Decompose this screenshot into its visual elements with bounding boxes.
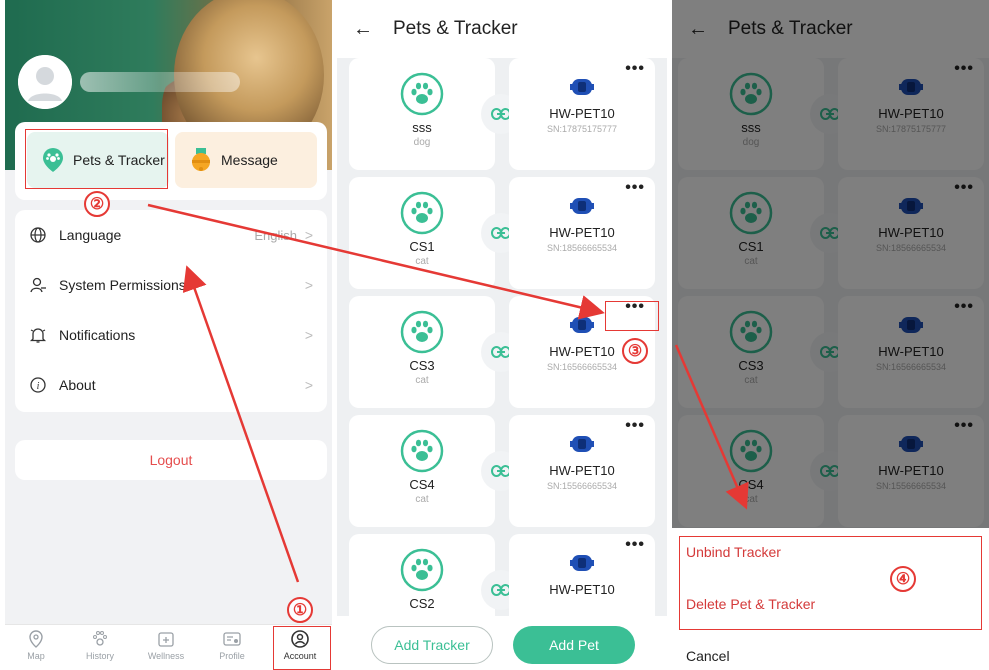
paw-icon (400, 72, 444, 116)
tracker-card[interactable]: ••• HW-PET10 SN:15566665534 (509, 415, 655, 527)
avatar[interactable] (18, 55, 72, 109)
add-tracker-button[interactable]: Add Tracker (371, 626, 493, 664)
tab-profile[interactable]: Profile (205, 629, 259, 661)
more-options-button[interactable]: ••• (625, 536, 645, 554)
action-sheet-screen: ← Pets & Tracker sss dog ••• HW-PET10 SN… (672, 0, 989, 670)
paw-icon (400, 429, 444, 473)
back-arrow-icon[interactable]: ← (353, 18, 373, 41)
highlight-pets-tracker (25, 129, 168, 189)
pet-name: sss (412, 120, 432, 135)
header: ← Pets & Tracker (337, 0, 667, 58)
tracker-model: HW-PET10 (549, 225, 615, 240)
notification-bell-icon (29, 328, 47, 343)
menu-item-about[interactable]: i About > (15, 360, 327, 410)
menu-label: System Permissions (59, 277, 186, 293)
chevron-right-icon: > (304, 327, 313, 343)
pet-tracker-pair: CS4 cat ••• HW-PET10 SN:15566665534 (349, 415, 655, 527)
add-pet-button[interactable]: Add Pet (513, 626, 635, 664)
pet-card[interactable]: CS1 cat (349, 177, 495, 289)
step-2-callout: ② (84, 191, 110, 217)
message-button[interactable]: Message (175, 132, 317, 188)
chevron-right-icon: > (304, 277, 313, 293)
menu-label: Notifications (59, 327, 136, 343)
step-3-callout: ③ (622, 338, 648, 364)
pet-name: CS2 (409, 596, 435, 611)
language-value: English (254, 227, 297, 243)
info-icon: i (30, 377, 46, 393)
cancel-option[interactable]: Cancel (686, 648, 730, 664)
highlight-action-options (679, 536, 982, 630)
tracker-device-icon (570, 317, 594, 333)
paw-icon (400, 310, 444, 354)
pet-name: CS3 (409, 358, 435, 373)
tracker-model: HW-PET10 (549, 106, 615, 121)
chevron-right-icon: > (304, 227, 313, 243)
paw-icon (400, 191, 444, 235)
settings-menu: Language English > System Permissions > … (15, 210, 327, 412)
wellness-icon (158, 632, 174, 647)
step-1-callout: ① (287, 597, 313, 623)
pet-card[interactable]: CS4 cat (349, 415, 495, 527)
tracker-model: HW-PET10 (549, 463, 615, 478)
tracker-serial: SN:15566665534 (546, 481, 618, 491)
tracker-device-icon (570, 79, 594, 95)
more-options-button[interactable]: ••• (625, 417, 645, 435)
tab-label: Map (27, 651, 45, 661)
pet-type: cat (415, 375, 429, 386)
tab-label: History (85, 651, 114, 661)
pet-tracker-pair: CS1 cat ••• HW-PET10 SN:18566665534 (349, 177, 655, 289)
tracker-device-icon (570, 198, 594, 214)
pet-type: cat (415, 494, 429, 505)
page-title: Pets & Tracker (393, 18, 518, 39)
modal-backdrop[interactable] (672, 0, 989, 528)
tab-wellness[interactable]: Wellness (139, 629, 193, 661)
tab-label: Wellness (147, 651, 185, 661)
menu-label: Language (59, 227, 122, 243)
tab-map[interactable]: Map (9, 629, 63, 661)
tab-label: Profile (219, 651, 245, 661)
pet-card[interactable]: sss dog (349, 58, 495, 170)
tracker-device-icon (570, 555, 594, 571)
message-label: Message (221, 152, 278, 168)
menu-item-notifications[interactable]: Notifications > (15, 310, 327, 360)
more-options-button[interactable]: ••• (625, 60, 645, 78)
user-permission-icon (30, 277, 46, 293)
tracker-serial: SN:17875175777 (546, 124, 618, 134)
profile-card-icon (223, 632, 241, 646)
chevron-right-icon: > (304, 377, 313, 393)
pet-name: CS1 (409, 239, 435, 254)
pet-type: cat (415, 256, 429, 267)
tracker-device-icon (570, 436, 594, 452)
tracker-card[interactable]: ••• HW-PET10 SN:17875175777 (509, 58, 655, 170)
pet-name: CS4 (409, 477, 435, 492)
account-screen: Pets & Tracker Message Language English … (5, 0, 332, 670)
highlight-account-tab (273, 626, 331, 670)
blurred-username (80, 72, 240, 92)
pet-card[interactable]: CS3 cat (349, 296, 495, 408)
pet-type: dog (413, 137, 431, 148)
tracker-model: HW-PET10 (549, 582, 615, 597)
menu-item-system-permissions[interactable]: System Permissions > (15, 260, 327, 310)
step-4-callout: ④ (890, 566, 916, 592)
paw-icon (93, 631, 107, 646)
tab-history[interactable]: History (73, 629, 127, 661)
tracker-card[interactable]: ••• HW-PET10 SN:18566665534 (509, 177, 655, 289)
paw-icon (400, 548, 444, 592)
more-options-button[interactable]: ••• (625, 179, 645, 197)
menu-label: About (59, 377, 96, 393)
pet-tracker-pair: sss dog ••• HW-PET10 SN:17875175777 (349, 58, 655, 170)
pets-tracker-screen: ← Pets & Tracker sss dog ••• HW-PET10 SN… (337, 0, 667, 670)
map-pin-icon (29, 630, 43, 648)
menu-item-language[interactable]: Language English > (15, 210, 327, 260)
bottom-actions: Add Tracker Add Pet (337, 616, 667, 670)
bell-icon (192, 148, 210, 171)
tracker-serial: SN:18566665534 (546, 243, 618, 253)
globe-icon (30, 227, 46, 243)
svg-text:i: i (37, 381, 40, 392)
highlight-more-options (605, 301, 659, 331)
logout-button[interactable]: Logout (15, 440, 327, 480)
